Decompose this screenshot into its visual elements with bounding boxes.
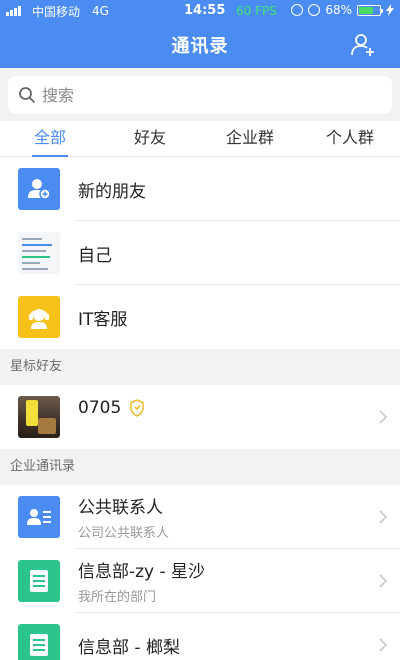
- orientation-lock-icon: [291, 4, 304, 16]
- starred-list: 0705: [0, 385, 400, 449]
- list-item-starred-friend[interactable]: 0705: [0, 385, 400, 449]
- search-input[interactable]: [42, 85, 362, 105]
- list-item-label: IT客服: [78, 309, 128, 330]
- list-item-label: 新的朋友: [78, 181, 146, 202]
- tab-personal-groups[interactable]: 个人群: [300, 121, 400, 156]
- charging-icon: [386, 4, 394, 16]
- battery-percent: 68%: [325, 3, 352, 17]
- top-header: 中国移动 4G 14:55 60 FPS 68% 通讯录: [0, 0, 400, 68]
- list-item-title: 公共联系人: [78, 498, 163, 518]
- enterprise-list: 公共联系人 公司公共联系人 信息部-zy - 星沙 我所在的部门 信息部 - 榔…: [0, 485, 400, 660]
- chevron-right-icon: [379, 410, 388, 424]
- alarm-icon: [308, 4, 321, 16]
- list-item-title: 信息部 - 榔梨: [78, 637, 180, 658]
- list-item-it-service[interactable]: IT客服: [0, 285, 400, 349]
- signal-icon: [6, 6, 21, 16]
- quick-list: 新的朋友 自己 IT客服: [0, 157, 400, 349]
- list-item-department-xingsha[interactable]: 信息部-zy - 星沙 我所在的部门: [0, 549, 400, 613]
- section-header-enterprise: 企业通讯录: [0, 449, 400, 485]
- carrier-label: 中国移动: [32, 4, 81, 19]
- department-icon: [18, 560, 60, 602]
- friend-name: 0705: [78, 398, 122, 418]
- customer-service-icon: [18, 296, 60, 338]
- screenshot-thumbnail: [18, 232, 60, 274]
- add-contact-button[interactable]: [350, 32, 376, 58]
- search-icon: [19, 87, 35, 103]
- list-item-public-contacts[interactable]: 公共联系人 公司公共联系人: [0, 485, 400, 549]
- fps-indicator: 60 FPS: [236, 4, 277, 18]
- avatar: [18, 396, 60, 438]
- list-item-subtitle: 我所在的部门: [78, 590, 157, 605]
- search-bar[interactable]: [8, 76, 392, 114]
- filter-tabs: 全部 好友 企业群 个人群: [0, 121, 400, 157]
- list-item-self[interactable]: 自己: [0, 221, 400, 285]
- battery-icon: [357, 4, 383, 16]
- search-area: [0, 68, 400, 121]
- tab-all[interactable]: 全部: [0, 121, 100, 157]
- list-item-subtitle: 公司公共联系人: [78, 526, 170, 541]
- list-item-new-friends[interactable]: 新的朋友: [0, 157, 400, 221]
- list-item-department-langli[interactable]: 信息部 - 榔梨: [0, 613, 400, 660]
- clock: 14:55: [184, 3, 226, 18]
- status-bar: 中国移动 4G 14:55 60 FPS 68%: [0, 0, 400, 22]
- list-item-label: 自己: [78, 245, 112, 266]
- network-label: 4G: [92, 4, 109, 18]
- department-icon: [18, 624, 60, 660]
- contact-card-icon: [18, 496, 60, 538]
- tab-enterprise-groups[interactable]: 企业群: [200, 121, 300, 156]
- chevron-right-icon: [379, 510, 388, 524]
- tab-friends[interactable]: 好友: [100, 121, 200, 156]
- page-title: 通讯录: [171, 36, 229, 57]
- shield-badge-icon: [130, 399, 145, 417]
- chevron-right-icon: [379, 574, 388, 588]
- list-item-title: 信息部-zy - 星沙: [78, 562, 206, 582]
- add-user-icon: [18, 168, 60, 210]
- chevron-right-icon: [379, 638, 388, 652]
- section-header-starred: 星标好友: [0, 349, 400, 385]
